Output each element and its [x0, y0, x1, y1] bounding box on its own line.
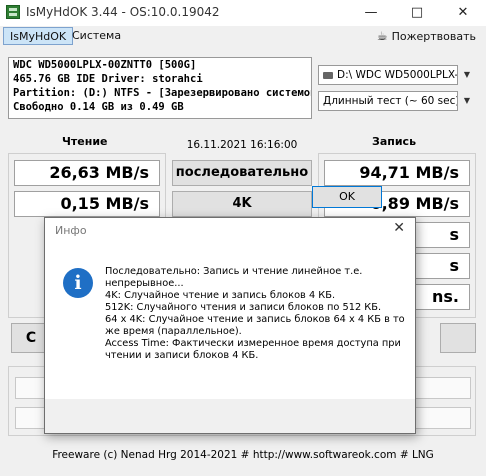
drive-partition: Partition: (D:) NTFS - [Зарезервировано …: [13, 87, 312, 99]
close-button[interactable]: ✕: [440, 0, 486, 26]
minimize-button[interactable]: —: [348, 0, 394, 26]
donate-label: Пожертвовать: [391, 30, 476, 43]
test-date: 16.11.2021 16:16:00: [186, 139, 298, 151]
drive-select-value: D:\ WDC WD5000LPLX-00ZNTT0: [337, 69, 458, 81]
drive-free-space: Свободно 0.14 GB из 0.49 GB: [13, 101, 184, 113]
dialog-message: Последовательно: Запись и чтение линейно…: [105, 266, 413, 362]
read-sequential-value: 26,63 MB/s: [14, 160, 160, 186]
dialog-line-512k: 512K: Случайного чтения и записи блоков …: [105, 302, 382, 313]
dialog-line-sequential: Последовательно: Запись и чтение линейно…: [105, 266, 366, 289]
write-sequential-value: 94,71 MB/s: [324, 160, 470, 186]
title-bar: IsMyHdOK 3.44 - OS:10.0.19042 — □ ✕: [0, 0, 486, 26]
dialog-line-4k: 4K: Случайное чтение и запись блоков 4 К…: [105, 290, 336, 301]
window-title: IsMyHdOK 3.44 - OS:10.0.19042: [26, 5, 220, 19]
footer-text[interactable]: Freeware (c) Nenad Hrg 2014-2021 # http:…: [0, 449, 486, 461]
info-icon: i: [63, 268, 93, 298]
read-header: Чтение: [62, 135, 108, 148]
test-select-value: Длинный тест (~ 60 sec): [323, 95, 458, 107]
drive-select[interactable]: D:\ WDC WD5000LPLX-00ZNTT0: [318, 65, 458, 85]
info-dialog: Инфо ✕ i Последовательно: Запись и чтени…: [44, 217, 416, 434]
drive-model: WDC WD5000LPLX-00ZNTT0 [500G]: [13, 59, 197, 71]
drive-size-driver: 465.76 GB IDE Driver: storahci: [13, 73, 203, 85]
sequential-button[interactable]: последовательно: [172, 160, 312, 186]
secondary-button[interactable]: [440, 323, 476, 353]
drive-icon: [323, 71, 333, 79]
donate-button[interactable]: ☕ Пожертвовать: [377, 27, 476, 45]
maximize-button[interactable]: □: [394, 0, 440, 26]
ok-button[interactable]: OK: [312, 186, 382, 208]
dialog-footer: [45, 399, 415, 433]
chevron-down-icon[interactable]: ▼: [460, 65, 474, 85]
menu-item-system[interactable]: Система: [66, 27, 127, 45]
test-select[interactable]: Длинный тест (~ 60 sec): [318, 91, 458, 111]
chevron-down-icon[interactable]: ▼: [460, 91, 474, 111]
dialog-line-access-time: Access Time: Фактически измеренное время…: [105, 338, 404, 361]
menu-item-ismyhdok[interactable]: IsMyHdOK: [3, 27, 74, 45]
app-icon: [6, 5, 20, 19]
coffee-cup-icon: ☕: [376, 29, 388, 43]
dialog-close-icon[interactable]: ✕: [393, 220, 405, 236]
drive-info-box: WDC WD5000LPLX-00ZNTT0 [500G] 465.76 GB …: [8, 57, 312, 119]
write-header: Запись: [372, 135, 417, 148]
menu-bar: IsMyHdOK Система ☕ Пожертвовать: [0, 26, 486, 46]
4k-button[interactable]: 4K: [172, 191, 312, 217]
dialog-line-64x4k: 64 x 4K: Случайное чтение и запись блоко…: [105, 314, 408, 337]
read-4k-value: 0,15 MB/s: [14, 191, 160, 217]
dialog-title: Инфо: [55, 224, 87, 237]
